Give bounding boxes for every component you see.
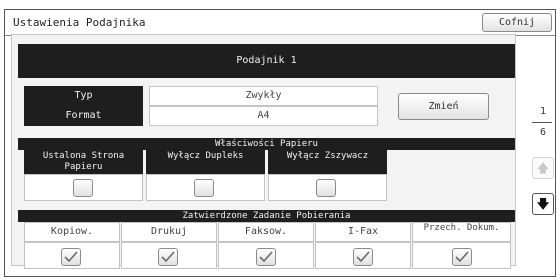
checkmark-icon <box>259 251 273 263</box>
tray-header: Podajnik 1 <box>18 44 515 78</box>
disable-duplex-checkbox[interactable] <box>194 179 214 197</box>
approved-jobs-header: Zatwierdzone Zadanie Pobierania <box>18 210 515 222</box>
page-current: 1 <box>540 106 547 117</box>
cancel-button[interactable]: Cofnij <box>482 13 552 32</box>
checkmark-icon <box>356 251 370 263</box>
job-copy-checkbox[interactable] <box>61 248 81 266</box>
disable-stapler-label: Wyłącz Zszywacz <box>268 150 387 174</box>
job-print-label: Drukuj <box>121 222 217 242</box>
arrow-down-icon: 🡇 <box>536 197 550 211</box>
checkmark-icon <box>64 251 78 263</box>
fixed-side-paper-label: Ustalona Strona Papieru <box>24 150 143 174</box>
format-value: A4 <box>149 106 378 126</box>
type-label: Typ <box>24 86 143 106</box>
page-divider <box>532 122 552 123</box>
job-fax-checkbox[interactable] <box>256 248 276 266</box>
checkmark-icon <box>455 251 469 263</box>
job-filing-checkbox[interactable] <box>452 248 472 266</box>
job-ifax-checkbox[interactable] <box>353 248 373 266</box>
scroll-down-button[interactable]: 🡇 <box>532 193 554 215</box>
checkmark-icon <box>161 251 175 263</box>
arrow-up-icon: 🡅 <box>536 161 550 175</box>
job-print-checkbox[interactable] <box>158 248 178 266</box>
scroll-up-button[interactable]: 🡅 <box>532 157 554 179</box>
paper-properties-header: Właściwości Papieru <box>18 138 515 150</box>
type-value: Zwykły <box>149 86 378 106</box>
disable-duplex-label: Wyłącz Dupleks <box>146 150 265 174</box>
job-copy-label: Kopiow. <box>24 222 120 242</box>
format-label: Format <box>24 106 143 126</box>
job-fax-label: Faksow. <box>218 222 314 242</box>
page-total: 6 <box>540 127 547 138</box>
fixed-side-paper-checkbox[interactable] <box>73 179 93 197</box>
job-filing-label: Przech. Dokum. <box>412 222 511 242</box>
change-button[interactable]: Zmień <box>398 93 489 120</box>
title-bar: Ustawienia Podajnika Cofnij <box>5 10 555 36</box>
disable-stapler-checkbox[interactable] <box>316 179 336 197</box>
window-title: Ustawienia Podajnika <box>13 16 146 29</box>
job-ifax-label: I-Fax <box>315 222 411 242</box>
